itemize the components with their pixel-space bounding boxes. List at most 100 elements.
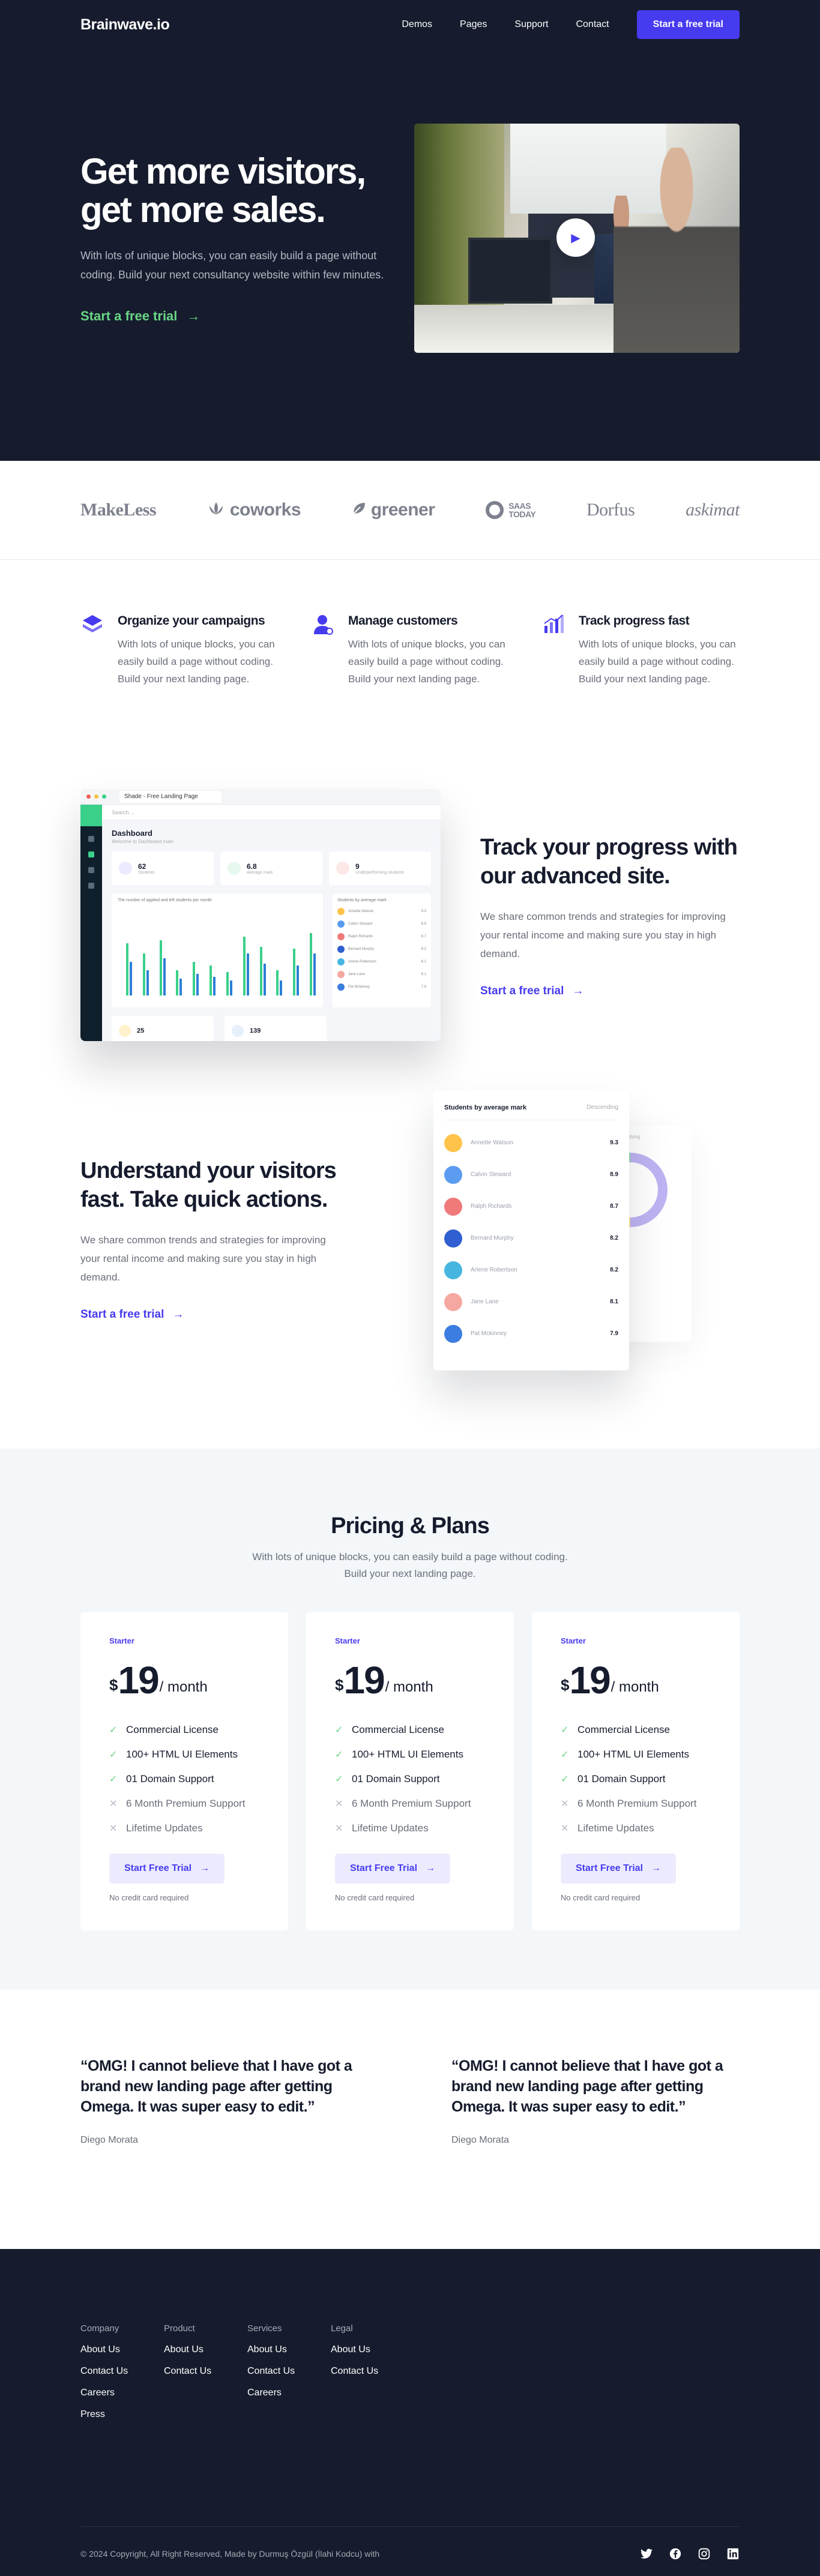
content1-free-trial-link[interactable]: Start a free trial → <box>480 985 740 998</box>
play-icon[interactable]: ▶ <box>556 218 595 257</box>
copyright: © 2024 Copyright, All Right Reserved, Ma… <box>80 2549 380 2559</box>
brand-coworks: coworks <box>207 500 301 520</box>
list-item: Pat Mckinney 7.9 <box>337 983 426 991</box>
footer-link[interactable]: Contact Us <box>80 2366 164 2377</box>
list-item-score: 8.2 <box>421 947 426 951</box>
chart-bar <box>246 953 249 995</box>
plan-note: No credit card required <box>561 1893 641 1902</box>
chart-bar <box>297 965 300 995</box>
list-item-name: Calvin Steward <box>348 922 373 926</box>
brand-logo[interactable]: Brainwave.io <box>80 16 170 34</box>
chart-bar <box>163 958 166 995</box>
plan-feature-text: 6 Month Premium Support <box>352 1797 471 1809</box>
stat-label: Average mark <box>247 870 273 875</box>
footer-column: Services About Us Contact Us Careers <box>247 2323 331 2431</box>
linkedin-icon[interactable] <box>726 2547 740 2560</box>
plan-feature-text: Lifetime Updates <box>352 1822 429 1834</box>
content2-free-trial-link[interactable]: Start a free trial → <box>80 1308 340 1321</box>
twitter-icon[interactable] <box>640 2547 653 2560</box>
sort-dropdown[interactable]: Descending <box>586 1104 618 1111</box>
mini-stat: 139 <box>225 1016 327 1041</box>
chart-bar-group <box>210 911 217 995</box>
plan-name: Starter <box>561 1636 586 1645</box>
footer-link[interactable]: About Us <box>247 2344 331 2355</box>
footer-link[interactable]: About Us <box>331 2344 414 2355</box>
stat-card: 62 Students <box>112 851 214 885</box>
start-free-trial-button[interactable]: Start Free Trial → <box>109 1854 225 1884</box>
facebook-icon[interactable] <box>669 2547 682 2560</box>
list-item-score: 8.1 <box>421 973 426 976</box>
hero-image-monitor <box>468 238 552 304</box>
footer-link[interactable]: Contact Us <box>331 2366 414 2377</box>
plan-feature: ✓ 100+ HTML UI Elements <box>109 1742 259 1767</box>
student-score: 8.1 <box>610 1299 618 1305</box>
student-row: Bernard Murphy 8.2 <box>444 1229 618 1247</box>
dashboard-title: Dashboard <box>112 829 152 838</box>
nav-link-demos[interactable]: Demos <box>402 19 432 30</box>
hero-free-trial-link[interactable]: Start a free trial → <box>80 308 405 324</box>
leaf-icon <box>352 500 366 520</box>
start-free-trial-button[interactable]: Start Free Trial → <box>561 1854 676 1884</box>
cross-icon: ✕ <box>335 1823 343 1834</box>
layers-icon <box>80 613 104 637</box>
footer-link[interactable]: About Us <box>80 2344 164 2355</box>
hero-cta-label: Start a free trial <box>80 308 178 323</box>
footer-link[interactable]: Contact Us <box>164 2366 247 2377</box>
testimonial-quote: “OMG! I cannot believe that I have got a… <box>80 2058 352 2115</box>
chart-bar-group <box>243 911 250 995</box>
chart-bar <box>259 946 262 995</box>
nav-link-support[interactable]: Support <box>514 19 548 30</box>
footer-link[interactable]: About Us <box>164 2344 247 2355</box>
check-icon: ✓ <box>561 1774 569 1785</box>
student-name: Bernard Murphy <box>471 1235 514 1241</box>
nav-link-contact[interactable]: Contact <box>576 19 609 30</box>
sidebar-icon <box>88 836 94 842</box>
hero-video-thumbnail[interactable]: ▶ <box>414 124 740 353</box>
plan-feature: ✓ 01 Domain Support <box>335 1767 485 1791</box>
footer-column: Product About Us Contact Us <box>164 2323 247 2431</box>
student-score: 8.2 <box>610 1235 618 1241</box>
start-free-trial-button[interactable]: Start Free Trial → <box>335 1854 450 1884</box>
chart-bars <box>126 911 317 995</box>
feature-text: With lots of unique blocks, you can easi… <box>118 638 275 685</box>
ring-icon <box>486 501 504 519</box>
chart-bar-group <box>142 911 150 995</box>
student-name: Annette Watson <box>471 1139 513 1146</box>
chart-bar <box>146 970 149 995</box>
plan-feature-list: ✓ Commercial License ✓ 100+ HTML UI Element… <box>109 1717 259 1840</box>
brand-coworks-label: coworks <box>229 500 301 520</box>
list-item-score: 8.9 <box>421 922 426 926</box>
list-item-score: 8.2 <box>421 960 426 964</box>
chart-bar <box>309 933 312 995</box>
brand-dorfus: Dorfus <box>586 500 635 520</box>
start-free-trial-label: Start Free Trial <box>124 1863 192 1873</box>
plan-feature: ✕ Lifetime Updates <box>561 1816 711 1840</box>
footer-link[interactable]: Careers <box>80 2388 164 2398</box>
avatar <box>337 983 345 991</box>
footer-link[interactable]: Contact Us <box>247 2366 331 2377</box>
testimonial: “OMG! I cannot believe that I have got a… <box>80 2056 369 2146</box>
avatar <box>444 1165 462 1184</box>
footer-link[interactable]: Press <box>80 2409 164 2420</box>
footer-link[interactable]: Careers <box>247 2388 331 2398</box>
check-icon: ✓ <box>109 1774 118 1785</box>
chart-bar <box>210 965 213 995</box>
plan-feature-text: Commercial License <box>577 1723 670 1735</box>
nav-link-pages[interactable]: Pages <box>460 19 487 30</box>
list-item-score: 7.9 <box>421 985 426 989</box>
cross-icon: ✕ <box>335 1798 343 1809</box>
start-free-trial-label: Start Free Trial <box>575 1863 644 1873</box>
nav-free-trial-button[interactable]: Start a free trial <box>636 10 740 39</box>
brand-saas-today: SAAS TODAY <box>486 501 536 519</box>
student-row: Ralph Richards 8.7 <box>444 1197 618 1216</box>
student-name: Jane Lane <box>471 1299 499 1305</box>
instagram-icon[interactable] <box>698 2547 711 2560</box>
plan-feature: ✕ 6 Month Premium Support <box>109 1791 259 1816</box>
plan-period: / month <box>610 1679 659 1695</box>
chart-bar <box>243 937 246 995</box>
lotus-icon <box>207 500 225 520</box>
plan-note: No credit card required <box>109 1893 189 1902</box>
cross-icon: ✕ <box>561 1823 569 1834</box>
list-item-name: Pat Mckinney <box>348 985 370 989</box>
stat-label: Underperforming students <box>355 870 404 875</box>
